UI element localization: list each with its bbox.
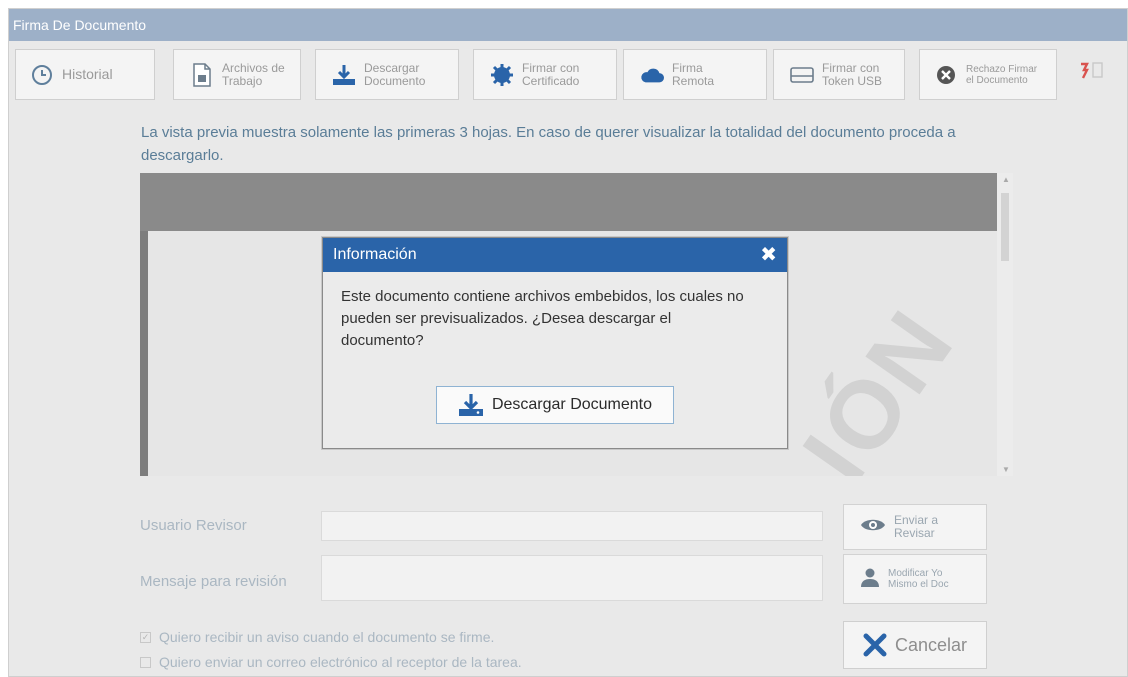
- eye-icon: [860, 517, 886, 538]
- usuario-revisor-input[interactable]: [321, 511, 823, 541]
- historial-button[interactable]: Historial: [15, 49, 155, 100]
- firmar-cert-label-1: Firmar con: [522, 60, 580, 75]
- empty-checkbox-icon[interactable]: [140, 656, 151, 668]
- descargar-documento-button[interactable]: Descargar Documento: [315, 49, 459, 100]
- close-icon[interactable]: ✖: [760, 238, 777, 272]
- aviso-firma-checkbox[interactable]: ✓ Quiero recibir un aviso cuando el docu…: [140, 629, 494, 645]
- toolbar: Historial Archivos de Trabajo Descargar …: [15, 49, 1121, 101]
- window-title: Firma De Documento: [9, 9, 1127, 41]
- firma-remota-button[interactable]: Firma Remota: [623, 49, 767, 100]
- firmar-certificado-button[interactable]: Firmar con Certificado: [473, 49, 617, 100]
- scroll-up-icon[interactable]: ▲: [1002, 175, 1010, 184]
- file-icon: [190, 62, 214, 87]
- aviso-firma-label: Quiero recibir un aviso cuando el docume…: [159, 629, 495, 645]
- scroll-down-icon[interactable]: ▼: [1002, 465, 1010, 474]
- firmar-token-label-1: Firmar con: [822, 60, 880, 75]
- archivos-label-1: Archivos de: [222, 60, 285, 75]
- reject-icon: [934, 63, 958, 87]
- preview-watermark: IÓN: [782, 290, 976, 476]
- checkmark-icon[interactable]: ✓: [140, 631, 151, 643]
- mensaje-revision-label: Mensaje para revisión: [140, 573, 287, 590]
- usuario-revisor-label: Usuario Revisor: [140, 517, 247, 534]
- mensaje-revision-input[interactable]: [321, 555, 823, 601]
- descargar-label-1: Descargar: [364, 60, 420, 75]
- download-icon: [458, 393, 484, 417]
- descargar-label-2: Documento: [364, 73, 426, 88]
- cloud-icon: [640, 63, 664, 87]
- archivos-label-2: Trabajo: [222, 73, 263, 88]
- dialog-download-label: Descargar Documento: [491, 396, 653, 413]
- rechazo-label-2: el Documento: [966, 74, 1028, 86]
- enviar-label-1: Enviar a: [894, 513, 939, 527]
- firma-remota-label-1: Firma: [672, 60, 703, 75]
- info-dialog: Información ✖ Este documento contiene ar…: [322, 237, 788, 449]
- certificate-icon: [490, 63, 514, 87]
- modificar-label-2: Mismo el Doc: [888, 579, 949, 590]
- archivos-trabajo-button[interactable]: Archivos de Trabajo: [173, 49, 301, 100]
- rechazo-firmar-button[interactable]: Rechazo Firmar el Documento: [919, 49, 1057, 100]
- cancelar-button[interactable]: Cancelar: [843, 621, 987, 669]
- preview-notice: La vista previa muestra solamente las pr…: [141, 124, 956, 164]
- dialog-message: Este documento contiene archivos embebid…: [341, 288, 744, 349]
- cancelar-label: Cancelar: [894, 634, 968, 655]
- clock-icon: [30, 63, 54, 87]
- download-icon: [332, 63, 356, 87]
- preview-scrollbar[interactable]: ▲ ▼: [997, 173, 1013, 476]
- preview-header-band: [140, 173, 1010, 231]
- dialog-header: Información ✖: [323, 238, 787, 272]
- x-icon: [863, 633, 887, 657]
- firmar-cert-label-2: Certificado: [522, 73, 580, 88]
- enviar-label-2: Revisar: [894, 526, 935, 540]
- firma-remota-label-2: Remota: [672, 73, 715, 88]
- modificar-doc-button[interactable]: Modificar Yo Mismo el Doc: [843, 554, 987, 604]
- scrollbar-thumb[interactable]: [1001, 193, 1009, 261]
- historial-label: Historial: [62, 66, 113, 82]
- usb-drive-icon: [790, 63, 814, 87]
- enviar-correo-label: Quiero enviar un correo electrónico al r…: [159, 654, 522, 670]
- enviar-revisar-button[interactable]: Enviar a Revisar: [843, 504, 987, 550]
- enviar-correo-checkbox[interactable]: Quiero enviar un correo electrónico al r…: [140, 654, 522, 670]
- user-icon: [860, 567, 880, 592]
- help-icon[interactable]: [1075, 59, 1107, 86]
- dialog-download-button[interactable]: Descargar Documento: [436, 386, 674, 424]
- signature-window: Firma De Documento Historial Archivos de…: [8, 8, 1128, 677]
- firmar-token-label-2: Token USB: [822, 73, 883, 88]
- modificar-label-1: Modificar Yo: [888, 568, 943, 579]
- rechazo-label-1: Rechazo Firmar: [966, 63, 1038, 75]
- firmar-token-usb-button[interactable]: Firmar con Token USB: [773, 49, 905, 100]
- dialog-title: Información: [333, 246, 417, 263]
